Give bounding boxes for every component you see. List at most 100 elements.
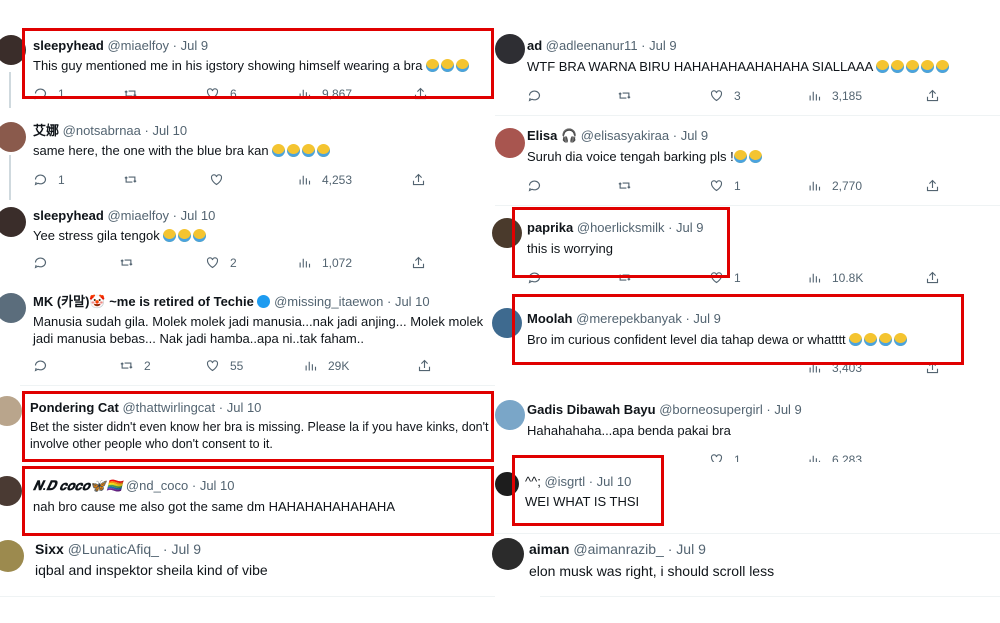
like-button[interactable]: 3 <box>709 88 741 103</box>
author-name[interactable]: Gadis Dibawah Bayu <box>527 402 656 417</box>
tweet-right-2[interactable]: paprika @hoerlicksmilk · Jul 9 this is w… <box>492 208 1000 290</box>
author-name[interactable]: MK (카말)🤡 ~me is retired of Techie <box>33 294 254 309</box>
retweet-button[interactable] <box>617 178 632 193</box>
author-handle[interactable]: @thattwirlingcat <box>122 400 215 415</box>
author-name[interactable]: aiman <box>529 541 569 557</box>
avatar[interactable] <box>492 308 522 338</box>
like-button[interactable]: 6 <box>205 86 237 101</box>
author-handle[interactable]: @elisasyakiraa <box>581 128 669 143</box>
author-name[interactable]: 艾娜 <box>33 123 59 138</box>
author-name[interactable]: Sixx <box>35 541 64 557</box>
tweet-right-0[interactable]: ad @adleenanur11 · Jul 9 WTF BRA WARNA B… <box>495 30 1000 112</box>
tweet-right-3[interactable]: Moolah @merepekbanyak · Jul 9 Bro im cur… <box>492 298 1000 383</box>
author-handle[interactable]: @nd_coco <box>126 478 188 493</box>
author-handle[interactable]: @hoerlicksmilk <box>577 220 665 235</box>
tweet-date[interactable]: Jul 9 <box>676 220 703 235</box>
tweet-date[interactable]: Jul 10 <box>152 123 187 138</box>
tweet-date[interactable]: Jul 9 <box>774 402 801 417</box>
author-handle[interactable]: @notsabrnaa <box>63 123 141 138</box>
avatar[interactable] <box>495 472 519 496</box>
tweet-date[interactable]: Jul 9 <box>693 311 720 326</box>
avatar[interactable] <box>495 34 525 64</box>
author-handle[interactable]: @adleenanur11 <box>546 38 638 53</box>
author-handle[interactable]: @miaelfoy <box>107 38 169 53</box>
reply-button[interactable] <box>33 358 48 373</box>
like-button[interactable]: 55 <box>205 358 243 373</box>
tweet-left-2[interactable]: sleepyhead @miaelfoy · Jul 10 Yee stress… <box>0 202 500 280</box>
views-button[interactable]: 10.8K <box>807 270 863 285</box>
author-handle[interactable]: @aimanrazib_ <box>573 541 663 557</box>
tweet-right-1[interactable]: Elisa 🎧 @elisasyakiraa · Jul 9 Suruh dia… <box>495 120 1000 200</box>
tweet-date[interactable]: Jul 10 <box>227 400 262 415</box>
avatar[interactable] <box>492 538 524 570</box>
share-button[interactable] <box>417 358 432 373</box>
tweet-date[interactable]: Jul 9 <box>676 541 706 557</box>
author-name[interactable]: paprika <box>527 220 573 235</box>
reply-button[interactable] <box>527 88 542 103</box>
reply-button[interactable] <box>527 270 542 285</box>
author-handle[interactable]: @isgrtl <box>544 474 585 489</box>
share-button[interactable] <box>925 88 940 103</box>
tweet-date[interactable]: Jul 10 <box>395 294 430 309</box>
like-button[interactable] <box>209 172 224 187</box>
avatar[interactable] <box>0 207 26 237</box>
avatar[interactable] <box>0 35 26 65</box>
tweet-date[interactable]: Jul 9 <box>649 38 676 53</box>
author-name[interactable]: 𝑵.𝑫 𝒄𝒐𝒄𝒐🦋🏳️‍🌈 <box>33 478 122 493</box>
author-name[interactable]: Moolah <box>527 311 573 326</box>
tweet-date[interactable]: Jul 10 <box>181 208 216 223</box>
author-name[interactable]: ad <box>527 38 542 53</box>
share-button[interactable] <box>925 270 940 285</box>
retweet-button[interactable] <box>617 88 632 103</box>
author-name[interactable]: sleepyhead <box>33 208 104 223</box>
views-button[interactable]: 3,185 <box>807 88 862 103</box>
reply-button[interactable]: 1 <box>33 86 65 101</box>
retweet-button[interactable] <box>119 255 134 270</box>
retweet-button[interactable]: 2 <box>119 358 151 373</box>
views-button[interactable]: 9,867 <box>297 86 352 101</box>
author-handle[interactable]: @merepekbanyak <box>576 311 682 326</box>
avatar[interactable] <box>0 540 24 572</box>
retweet-button[interactable] <box>123 172 138 187</box>
avatar[interactable] <box>0 476 22 506</box>
tweet-date[interactable]: Jul 9 <box>181 38 208 53</box>
author-name[interactable]: ^^; <box>525 474 541 489</box>
share-button[interactable] <box>411 172 426 187</box>
tweet-left-5[interactable]: 𝑵.𝑫 𝒄𝒐𝒄𝒐🦋🏳️‍🌈 @nd_coco · Jul 10 nah bro … <box>0 470 500 535</box>
views-button[interactable]: 3,403 <box>807 360 862 375</box>
like-button[interactable]: 1 <box>709 452 741 462</box>
tweet-date[interactable]: Jul 10 <box>200 478 235 493</box>
tweet-date[interactable]: Jul 9 <box>171 541 201 557</box>
author-handle[interactable]: @missing_itaewon <box>274 294 383 309</box>
author-name[interactable]: Pondering Cat <box>30 400 119 415</box>
tweet-right-6[interactable]: aiman @aimanrazib_ · Jul 9 elon musk was… <box>492 535 1000 595</box>
avatar[interactable] <box>495 400 525 430</box>
author-handle[interactable]: @borneosupergirl <box>659 402 763 417</box>
tweet-date[interactable]: Jul 10 <box>597 474 632 489</box>
avatar[interactable] <box>0 396 22 426</box>
retweet-button[interactable] <box>617 270 632 285</box>
author-handle[interactable]: @LunaticAfiq_ <box>68 541 159 557</box>
avatar[interactable] <box>495 128 525 158</box>
share-button[interactable] <box>925 360 940 375</box>
author-name[interactable]: Elisa 🎧 <box>527 128 577 143</box>
author-name[interactable]: sleepyhead <box>33 38 104 53</box>
author-handle[interactable]: @miaelfoy <box>107 208 169 223</box>
views-button[interactable]: 2,770 <box>807 178 862 193</box>
share-button[interactable] <box>411 255 426 270</box>
avatar[interactable] <box>0 293 26 323</box>
like-button[interactable]: 2 <box>205 255 237 270</box>
tweet-left-1[interactable]: 艾娜 @notsabrnaa · Jul 10 same here, the o… <box>0 117 500 197</box>
share-button[interactable] <box>413 86 428 101</box>
tweet-right-4[interactable]: Gadis Dibawah Bayu @borneosupergirl · Ju… <box>495 392 1000 464</box>
reply-button[interactable] <box>33 255 48 270</box>
like-button[interactable]: 1 <box>709 178 741 193</box>
tweet-left-3[interactable]: MK (카말)🤡 ~me is retired of Techie @missi… <box>0 288 500 383</box>
reply-button[interactable] <box>527 178 542 193</box>
views-button[interactable]: 4,253 <box>297 172 352 187</box>
avatar[interactable] <box>492 218 522 248</box>
like-button[interactable]: 1 <box>709 270 741 285</box>
tweet-date[interactable]: Jul 9 <box>681 128 708 143</box>
tweet-left-0[interactable]: sleepyhead @miaelfoy · Jul 9 This guy me… <box>0 30 500 105</box>
views-button[interactable]: 29K <box>303 358 349 373</box>
